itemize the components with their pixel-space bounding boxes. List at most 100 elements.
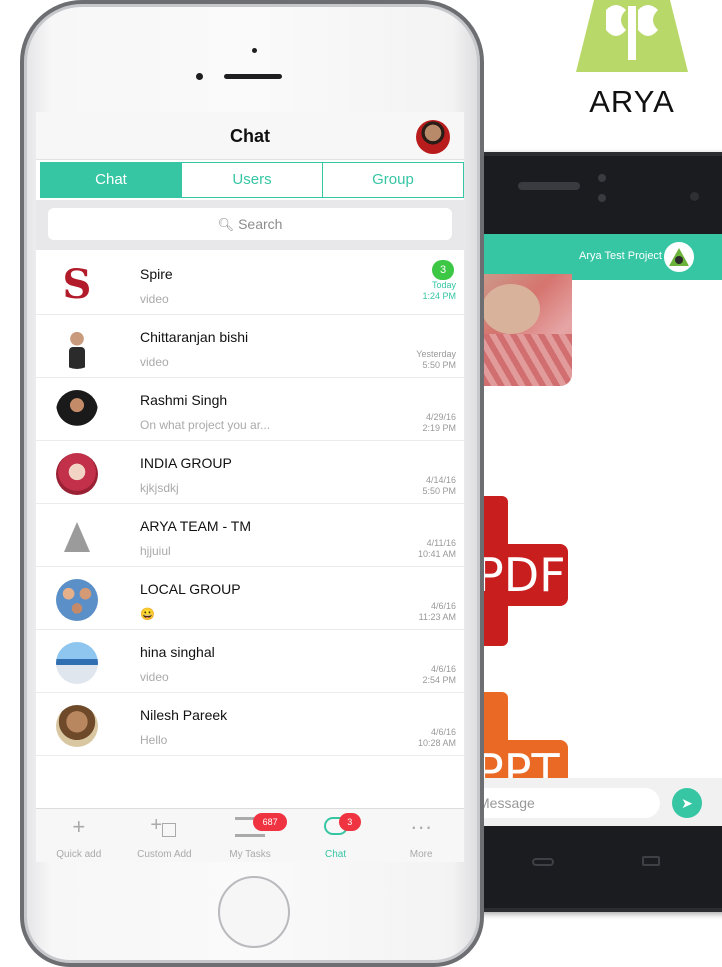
message-bar: Message ➤	[468, 778, 722, 826]
tasks-badge: 687	[253, 813, 288, 831]
iphone: Chat Chat Users Group 🔍︎ Search S Spire v…	[20, 0, 484, 967]
phone-speaker	[224, 74, 282, 79]
list-item[interactable]: hina singhal video 4/6/16 2:54 PM	[36, 630, 464, 693]
conversation-date: 4/11/16	[426, 538, 456, 548]
avatar	[56, 327, 98, 369]
arya-logo: ARYA	[570, 0, 694, 122]
send-arrow-icon[interactable]: ➤	[672, 788, 702, 818]
conversation-name: hina singhal	[140, 644, 215, 660]
profile-avatar[interactable]	[416, 120, 450, 154]
conversation-name: ARYA TEAM - TM	[140, 518, 251, 534]
conversation-date: 4/6/16	[430, 601, 456, 611]
nav-label: My Tasks	[229, 849, 271, 860]
avatar	[56, 642, 98, 684]
nav-chat[interactable]: 3 Chat	[293, 809, 379, 862]
nav-custom-add[interactable]: + Custom Add	[122, 809, 208, 862]
more-dots-icon: ···	[410, 814, 433, 839]
list-item[interactable]: Rashmi Singh On what project you ar... 4…	[36, 378, 464, 441]
project-avatar-icon[interactable]	[664, 242, 694, 272]
home-button[interactable]	[218, 876, 290, 948]
conversation-time: 11:23 AM	[418, 612, 456, 622]
list-item[interactable]: INDIA GROUP kjkjsdkj 4/14/16 5:50 PM	[36, 441, 464, 504]
conversation-preview: video	[140, 355, 169, 369]
avatar: S	[56, 264, 98, 306]
conversation-time: 10:28 AM	[417, 738, 456, 748]
brand-name: ARYA	[589, 84, 675, 119]
conversation-date: Yesterday	[416, 349, 456, 359]
conversation-list: S Spire video 3 Today 1:24 PM Chittaranj…	[36, 252, 464, 756]
list-item[interactable]: S Spire video 3 Today 1:24 PM	[36, 252, 464, 315]
list-item[interactable]: Chittaranjan bishi video Yesterday 5:50 …	[36, 315, 464, 378]
chat-badge: 3	[338, 813, 361, 831]
conversation-preview: kjkjsdkj	[140, 481, 179, 495]
conversation-date: 4/6/16	[430, 664, 456, 674]
android-home-icon[interactable]	[532, 858, 554, 866]
conversation-time: 2:19 PM	[422, 423, 456, 433]
nav-quick-add[interactable]: + Quick add	[36, 809, 122, 862]
conversation-date: Today	[431, 280, 456, 290]
conversation-name: INDIA GROUP	[140, 455, 232, 471]
search-icon: 🔍︎	[217, 217, 235, 232]
nav-label: More	[409, 849, 433, 860]
avatar	[56, 453, 98, 495]
phone-sensor	[598, 194, 606, 202]
search-placeholder: Search	[238, 216, 283, 232]
conversation-date: 4/6/16	[430, 727, 456, 737]
conversation-timestamp: 4/14/16 5:50 PM	[396, 475, 456, 497]
message-input[interactable]: Message	[468, 788, 660, 818]
list-item[interactable]: LOCAL GROUP 😀 4/6/16 11:23 AM	[36, 567, 464, 630]
chat-tabs: Chat Users Group	[40, 162, 464, 198]
conversation-date: 4/29/16	[425, 412, 456, 422]
phone-camera	[690, 192, 699, 201]
conversation-name: Rashmi Singh	[140, 392, 228, 408]
conversation-name: Nilesh Pareek	[140, 707, 228, 723]
nav-more[interactable]: ··· More	[378, 809, 464, 862]
conversation-screen: Arya Test Project PDF PPT Message ➤	[468, 234, 722, 826]
conversation-preview: video	[140, 670, 169, 684]
phone-speaker	[518, 182, 580, 190]
page-title: Chat	[230, 126, 270, 146]
conversation-timestamp: Yesterday 5:50 PM	[396, 349, 456, 371]
tab-chat[interactable]: Chat	[41, 163, 181, 197]
list-item[interactable]: ARYA TEAM - TM hjjuiul 4/11/16 10:41 AM	[36, 504, 464, 567]
conversation-preview: hjjuiul	[140, 544, 171, 558]
conversation-date: 4/14/16	[425, 475, 456, 485]
conversation-preview: Hello	[140, 733, 168, 747]
tab-users[interactable]: Users	[181, 163, 322, 197]
arya-logo-icon	[576, 0, 688, 72]
avatar	[56, 579, 98, 621]
avatar	[56, 390, 98, 432]
conversation-time: 2:54 PM	[422, 675, 456, 685]
conversation-name: Spire	[140, 266, 173, 282]
phone-sensor	[598, 174, 606, 182]
conversation-name: LOCAL GROUP	[140, 581, 241, 597]
conversation-title: Arya Test Project	[579, 250, 662, 262]
list-item[interactable]: Nilesh Pareek Hello 4/6/16 10:28 AM	[36, 693, 464, 756]
conversation-timestamp: 4/29/16 2:19 PM	[396, 412, 456, 434]
chat-bubble-icon	[293, 815, 379, 843]
nav-label: Quick add	[56, 849, 102, 860]
phone-sensor	[252, 48, 257, 53]
conversation-time: 1:24 PM	[422, 291, 456, 301]
plus-icon: +	[72, 814, 86, 839]
chat-header: Chat	[36, 112, 464, 160]
nav-my-tasks[interactable]: 687 My Tasks	[207, 809, 293, 862]
conversation-time: 10:41 AM	[417, 549, 456, 559]
conversation-name: Chittaranjan bishi	[140, 329, 249, 345]
nav-label: Custom Add	[137, 849, 192, 860]
search-input[interactable]: 🔍︎ Search	[48, 208, 452, 240]
avatar	[56, 705, 98, 747]
conversation-timestamp: 4/11/16 10:41 AM	[396, 538, 456, 560]
android-recent-apps-icon[interactable]	[642, 856, 660, 866]
conversation-timestamp: 4/6/16 2:54 PM	[396, 664, 456, 686]
conversation-preview: On what project you ar...	[140, 418, 271, 432]
avatar	[56, 516, 98, 558]
conversation-preview: video	[140, 292, 169, 306]
chat-list-screen: Chat Chat Users Group 🔍︎ Search S Spire v…	[36, 112, 464, 862]
tab-group[interactable]: Group	[322, 163, 463, 197]
search-bar: 🔍︎ Search	[36, 200, 464, 250]
conversation-time: 5:50 PM	[422, 486, 456, 496]
conversation-timestamp: Today 1:24 PM	[396, 280, 456, 302]
conversation-time: 5:50 PM	[422, 360, 456, 370]
unread-badge: 3	[432, 260, 454, 280]
